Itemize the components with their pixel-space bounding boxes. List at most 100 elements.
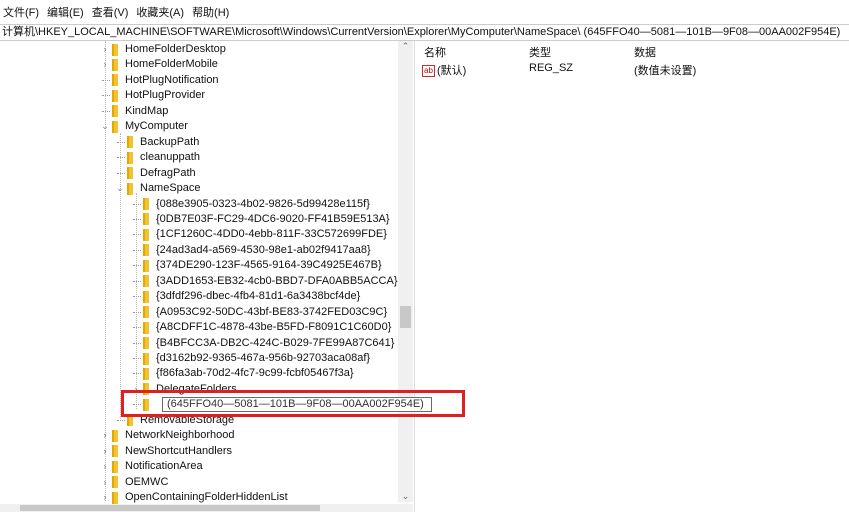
tree-item[interactable]: {3dfdf296-dbec-4fb4-81d1-6a3438bcf4de} bbox=[131, 289, 360, 304]
chevron-down-icon[interactable]: ⌄ bbox=[115, 181, 125, 196]
tree-item[interactable]: › NetworkNeighborhood bbox=[100, 428, 234, 443]
string-value-icon: ab bbox=[422, 65, 435, 78]
column-header-type[interactable]: 类型 bbox=[529, 44, 551, 60]
tree-item-label: {0DB7E03F-FC29-4DC6-9020-FF41B59E513A} bbox=[156, 212, 390, 225]
tree-item[interactable]: BackupPath bbox=[115, 135, 199, 150]
tree-item[interactable]: › OpenContainingFolderHiddenList bbox=[100, 490, 288, 505]
tree-item[interactable]: DefragPath bbox=[115, 166, 196, 181]
folder-icon bbox=[143, 290, 149, 303]
menu-item[interactable]: 帮助(H) bbox=[192, 4, 229, 20]
tree-connector bbox=[133, 296, 141, 298]
tree-item[interactable]: › OEMWC bbox=[100, 475, 168, 490]
menu-item[interactable]: 文件(F) bbox=[3, 4, 39, 20]
tree-item[interactable]: › NewShortcutHandlers bbox=[100, 444, 232, 459]
tree-item-label: {3ADD1653-EB32-4cb0-BBD7-DFA0ABB5ACCA} bbox=[156, 274, 398, 287]
folder-icon bbox=[112, 460, 118, 473]
folder-icon bbox=[143, 352, 149, 365]
address-bar[interactable]: 计算机\HKEY_LOCAL_MACHINE\SOFTWARE\Microsof… bbox=[0, 24, 849, 41]
new-key-name-input[interactable]: (645FFO40—5081—101B—9F08—00AA002F954E) bbox=[162, 397, 432, 412]
tree-item-label: HomeFolderDesktop bbox=[125, 43, 226, 55]
value-data: (数值未设置) bbox=[634, 65, 697, 77]
tree-item-label: cleanuppath bbox=[140, 151, 200, 164]
tree-item-label: NewShortcutHandlers bbox=[125, 444, 232, 457]
tree-item-label: NetworkNeighborhood bbox=[125, 429, 235, 442]
menu-item[interactable]: 编辑(E) bbox=[47, 4, 84, 20]
tree-connector bbox=[117, 419, 125, 421]
column-header-data[interactable]: 数据 bbox=[634, 44, 656, 60]
tree-item[interactable]: › HomeFolderMobile bbox=[100, 57, 218, 72]
tree-item-label: KindMap bbox=[125, 104, 169, 117]
folder-icon bbox=[143, 244, 149, 257]
registry-tree: ⌃ ⌄ › HomeFolderDesktop › HomeFolderMobile H… bbox=[0, 41, 415, 512]
tree-item[interactable]: {374DE290-123F-4565-9164-39C4925E467B} bbox=[131, 258, 382, 273]
tree-connector bbox=[117, 157, 125, 159]
folder-icon bbox=[112, 74, 118, 87]
tree-item-label: DefragPath bbox=[140, 166, 196, 179]
folder-icon bbox=[112, 89, 118, 102]
tree-item-label: {f86fa3ab-70d2-4fc7-9c99-fcbf05467f3a} bbox=[156, 367, 354, 380]
scroll-thumb[interactable] bbox=[400, 306, 411, 328]
tree-item[interactable]: {24ad3ad4-a569-4530-98e1-ab02f9417aa8} bbox=[131, 243, 371, 258]
tree-item-label: {24ad3ad4-a569-4530-98e1-ab02f9417aa8} bbox=[156, 243, 371, 256]
tree-item[interactable]: › NotificationArea bbox=[100, 459, 203, 474]
horizontal-scrollbar[interactable] bbox=[0, 504, 413, 512]
tree-item[interactable]: {0DB7E03F-FC29-4DC6-9020-FF41B59E513A} bbox=[131, 212, 390, 227]
value-name: (默认) bbox=[437, 65, 467, 77]
column-header-name[interactable]: 名称 bbox=[424, 44, 446, 60]
tree-connector bbox=[133, 280, 141, 282]
tree-item[interactable]: KindMap bbox=[100, 104, 168, 119]
chevron-right-icon[interactable]: › bbox=[100, 459, 110, 474]
tree-item-label: {1CF1260C-4DD0-4ebb-811F-33C572699FDE} bbox=[156, 228, 387, 241]
tree-connector bbox=[133, 373, 141, 375]
chevron-right-icon[interactable]: › bbox=[100, 42, 110, 57]
tree-item[interactable]: {d3162b92-9365-467a-956b-92703aca08af} bbox=[131, 351, 370, 366]
tree-item[interactable]: HotPlugNotification bbox=[100, 73, 219, 88]
chevron-right-icon[interactable]: › bbox=[100, 444, 110, 459]
folder-icon bbox=[143, 259, 149, 272]
tree-item-label: MyComputer bbox=[125, 120, 188, 133]
menu-bar: 文件(F) 编辑(E) 查看(V) 收藏夹(A) 帮助(H) bbox=[0, 0, 849, 24]
tree-connector bbox=[117, 141, 125, 143]
tree-connector bbox=[133, 327, 141, 329]
folder-icon bbox=[112, 58, 118, 71]
scroll-down-icon[interactable]: ⌄ bbox=[398, 491, 413, 502]
scroll-thumb[interactable] bbox=[20, 505, 320, 511]
tree-item[interactable]: {3ADD1653-EB32-4cb0-BBD7-DFA0ABB5ACCA} bbox=[131, 274, 398, 289]
chevron-right-icon[interactable]: › bbox=[100, 475, 110, 490]
tree-item-label: {374DE290-123F-4565-9164-39C4925E467B} bbox=[156, 259, 382, 272]
value-row-name[interactable]: ab (默认) bbox=[422, 62, 466, 78]
tree-connector bbox=[133, 249, 141, 251]
vertical-scrollbar[interactable]: ⌃ ⌄ bbox=[398, 41, 413, 502]
chevron-right-icon[interactable]: › bbox=[100, 490, 110, 505]
tree-item[interactable]: {A8CDFF1C-4878-43be-B5FD-F8091C1C60D0} bbox=[131, 320, 391, 335]
value-type: REG_SZ bbox=[529, 62, 574, 74]
scroll-up-icon[interactable]: ⌃ bbox=[398, 41, 413, 52]
tree-item[interactable]: › HomeFolderDesktop bbox=[100, 42, 226, 57]
folder-icon bbox=[143, 321, 149, 334]
tree-item[interactable]: HotPlugProvider bbox=[100, 88, 205, 103]
tree-item[interactable]: cleanuppath bbox=[115, 150, 200, 165]
tree-item[interactable]: {A0953C92-50DC-43bf-BE83-3742FED03C9C} bbox=[131, 305, 387, 320]
tree-connector bbox=[133, 358, 141, 359]
tree-item-label: HotPlugNotification bbox=[125, 73, 219, 86]
chevron-right-icon[interactable]: › bbox=[100, 57, 110, 72]
tree-connector bbox=[133, 311, 141, 313]
tree-item-label: OpenContainingFolderHiddenList bbox=[125, 491, 288, 504]
tree-item[interactable]: {1CF1260C-4DD0-4ebb-811F-33C572699FDE} bbox=[131, 227, 387, 242]
chevron-down-icon[interactable]: ⌄ bbox=[100, 119, 110, 134]
tree-item-label: NameSpace bbox=[140, 182, 201, 195]
folder-icon bbox=[143, 198, 149, 210]
tree-item[interactable]: {f86fa3ab-70d2-4fc7-9c99-fcbf05467f3a} bbox=[131, 366, 354, 381]
chevron-right-icon[interactable]: › bbox=[100, 428, 110, 443]
tree-item[interactable]: ⌄ MyComputer bbox=[100, 119, 188, 134]
menu-item[interactable]: 收藏夹(A) bbox=[136, 4, 184, 20]
folder-icon bbox=[112, 105, 118, 118]
folder-icon bbox=[143, 337, 149, 350]
tree-item[interactable]: {B4BFCC3A-DB2C-424C-B029-7FE99A87C641} bbox=[131, 336, 394, 351]
menu-item[interactable]: 查看(V) bbox=[92, 4, 129, 20]
tree-connector bbox=[102, 79, 110, 81]
tree-connector bbox=[133, 218, 141, 220]
tree-item[interactable]: ⌄ NameSpace bbox=[115, 181, 201, 196]
tree-connector bbox=[133, 203, 141, 205]
tree-item[interactable]: {088e3905-0323-4b02-9826-5d99428e115f} bbox=[131, 197, 370, 212]
